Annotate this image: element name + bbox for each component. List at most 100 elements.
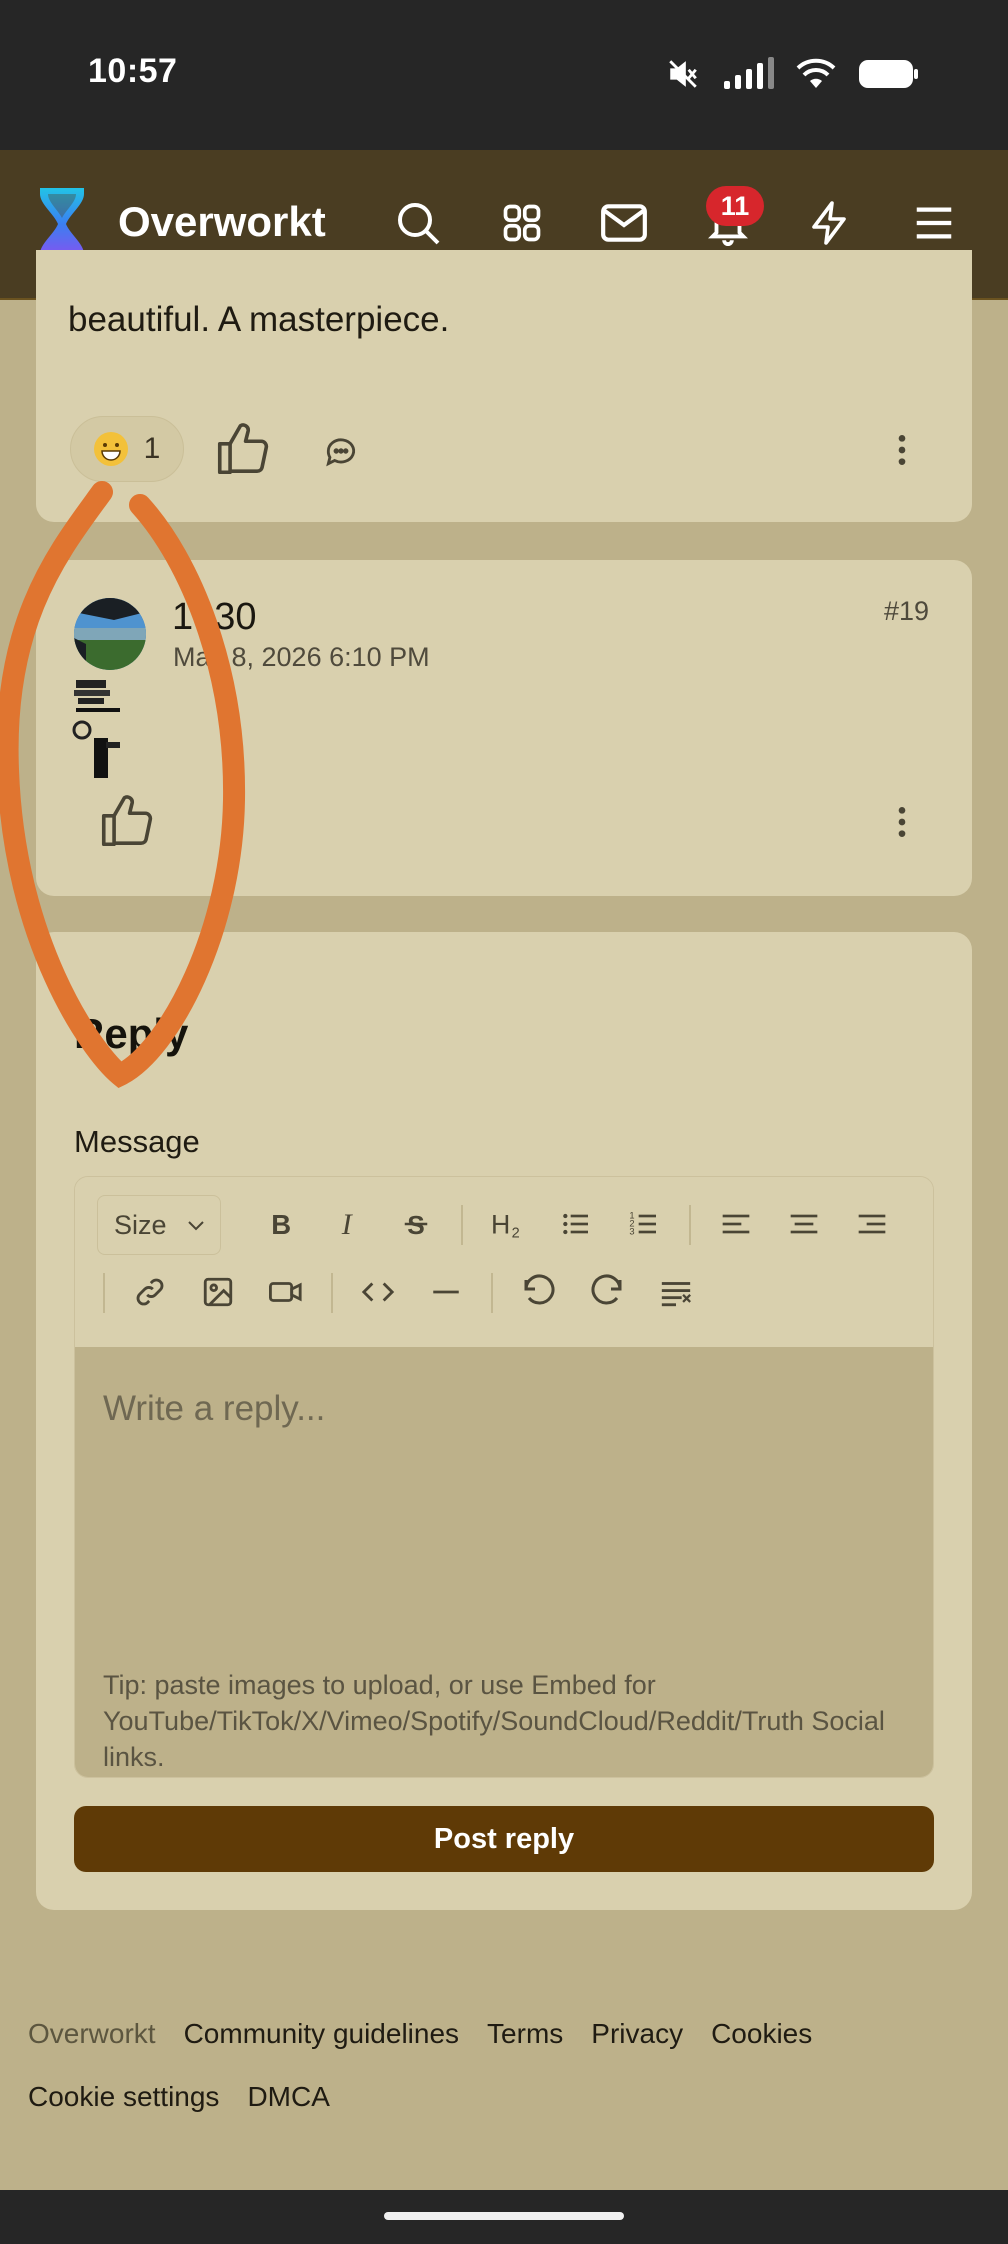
post-options-button[interactable] bbox=[882, 800, 922, 849]
heading-button[interactable]: H2 bbox=[485, 1201, 531, 1247]
status-icons bbox=[666, 54, 920, 94]
font-size-label: Size bbox=[114, 1209, 167, 1240]
message-label: Message bbox=[74, 1124, 200, 1159]
thumbs-up-icon bbox=[101, 795, 153, 847]
comment-icon bbox=[326, 438, 356, 467]
notification-badge[interactable]: 11 bbox=[706, 186, 764, 226]
footer-link-privacy[interactable]: Privacy bbox=[591, 2018, 683, 2050]
clear-formatting-button[interactable] bbox=[653, 1269, 699, 1315]
signal-icon bbox=[724, 57, 774, 89]
link-icon bbox=[136, 1278, 164, 1306]
undo-button[interactable] bbox=[515, 1269, 561, 1315]
reaction-summary-button[interactable]: 1 bbox=[70, 416, 184, 482]
svg-text:2: 2 bbox=[512, 1225, 520, 1239]
undo-icon bbox=[524, 1274, 555, 1305]
post-number[interactable]: #19 bbox=[884, 596, 929, 627]
bullet-list-button[interactable] bbox=[553, 1201, 599, 1247]
clear-formatting-icon bbox=[661, 1282, 691, 1307]
footer-links: Overworkt Community guidelines Terms Pri… bbox=[28, 2018, 812, 2050]
align-right-button[interactable] bbox=[849, 1201, 895, 1247]
home-indicator[interactable] bbox=[384, 2212, 624, 2220]
author-name[interactable]: 1830 bbox=[172, 596, 257, 639]
post-options-button[interactable] bbox=[882, 428, 922, 477]
mute-icon bbox=[669, 60, 697, 88]
reply-textarea[interactable]: Write a reply... Tip: paste images to up… bbox=[75, 1347, 933, 1777]
link-button[interactable] bbox=[127, 1269, 173, 1315]
footer-link-dmca[interactable]: DMCA bbox=[247, 2081, 329, 2113]
heading-icon: H2 bbox=[491, 1210, 520, 1239]
footer-brand-link[interactable]: Overworkt bbox=[28, 2018, 156, 2050]
align-right-icon bbox=[858, 1214, 886, 1234]
editor-tip: Tip: paste images to upload, or use Embe… bbox=[103, 1670, 885, 1772]
search-icon bbox=[398, 203, 440, 245]
redo-button[interactable] bbox=[585, 1269, 631, 1315]
apps-button[interactable] bbox=[492, 193, 552, 253]
image-button[interactable] bbox=[195, 1269, 241, 1315]
menu-button[interactable] bbox=[904, 193, 964, 253]
horizontal-rule-button[interactable] bbox=[423, 1269, 469, 1315]
apps-grid-icon bbox=[503, 204, 541, 242]
bold-button[interactable]: B bbox=[257, 1201, 303, 1247]
toolbar-divider bbox=[689, 1205, 691, 1245]
editor-toolbar: Size B I S H2 123 bbox=[75, 1177, 933, 1347]
footer-link-cookie-settings[interactable]: Cookie settings bbox=[28, 2081, 219, 2113]
thumbs-up-icon bbox=[217, 423, 269, 475]
footer-link-terms[interactable]: Terms bbox=[487, 2018, 563, 2050]
font-size-select[interactable]: Size bbox=[97, 1195, 221, 1255]
more-vertical-icon bbox=[898, 435, 906, 465]
search-button[interactable] bbox=[388, 193, 448, 253]
code-icon bbox=[361, 1282, 395, 1302]
video-icon bbox=[268, 1282, 302, 1302]
footer-links-secondary: Cookie settings DMCA bbox=[28, 2081, 330, 2113]
align-center-button[interactable] bbox=[781, 1201, 827, 1247]
align-left-icon bbox=[722, 1214, 750, 1234]
like-button[interactable] bbox=[96, 790, 158, 857]
reaction-count: 1 bbox=[143, 432, 161, 465]
svg-text:3: 3 bbox=[629, 1227, 634, 1237]
post-reply-button[interactable]: Post reply bbox=[74, 1806, 934, 1872]
toolbar-divider bbox=[491, 1273, 493, 1313]
toolbar-divider bbox=[461, 1205, 463, 1245]
numbered-list-icon: 123 bbox=[629, 1211, 656, 1237]
mail-icon bbox=[601, 204, 647, 242]
toolbar-divider bbox=[331, 1273, 333, 1313]
status-time: 10:57 bbox=[88, 52, 178, 90]
image-icon bbox=[203, 1277, 233, 1307]
strikethrough-icon: S bbox=[404, 1210, 428, 1239]
avatar[interactable] bbox=[74, 598, 146, 670]
redo-icon bbox=[591, 1274, 622, 1305]
lightning-icon bbox=[812, 201, 846, 245]
more-vertical-icon bbox=[898, 807, 906, 837]
code-button[interactable] bbox=[355, 1269, 401, 1315]
messages-button[interactable] bbox=[594, 193, 654, 253]
chevron-down-icon bbox=[188, 1221, 204, 1231]
like-button[interactable] bbox=[212, 418, 274, 485]
activity-button[interactable] bbox=[800, 193, 860, 253]
battery-icon bbox=[859, 60, 918, 88]
reply-editor: Size B I S H2 123 Write a reply... Tip: … bbox=[74, 1176, 934, 1778]
wifi-icon bbox=[796, 58, 836, 88]
toolbar-divider bbox=[103, 1273, 105, 1313]
post-date[interactable]: May 8, 2026 6:10 PM bbox=[173, 642, 430, 673]
footer-link-community-guidelines[interactable]: Community guidelines bbox=[184, 2018, 459, 2050]
brand-name[interactable]: Overworkt bbox=[118, 198, 326, 246]
post-body-text: beautiful. A masterpiece. bbox=[68, 300, 450, 339]
sticker-image bbox=[72, 680, 120, 778]
svg-text:B: B bbox=[271, 1209, 291, 1239]
reply-to-post-button[interactable] bbox=[322, 432, 360, 475]
menu-icon bbox=[916, 207, 952, 239]
strikethrough-button[interactable]: S bbox=[393, 1201, 439, 1247]
align-left-button[interactable] bbox=[713, 1201, 759, 1247]
footer-link-cookies[interactable]: Cookies bbox=[711, 2018, 812, 2050]
align-center-icon bbox=[790, 1214, 818, 1234]
reply-heading: Reply bbox=[74, 1010, 189, 1057]
italic-icon: I bbox=[341, 1209, 354, 1239]
video-button[interactable] bbox=[263, 1269, 309, 1315]
post-card-previous bbox=[36, 250, 972, 522]
italic-button[interactable]: I bbox=[325, 1201, 371, 1247]
numbered-list-button[interactable]: 123 bbox=[621, 1201, 667, 1247]
grinning-face-emoji-icon bbox=[93, 432, 128, 466]
horizontal-rule-icon bbox=[433, 1290, 459, 1294]
svg-text:H: H bbox=[491, 1210, 510, 1239]
bullet-list-icon bbox=[563, 1213, 588, 1235]
